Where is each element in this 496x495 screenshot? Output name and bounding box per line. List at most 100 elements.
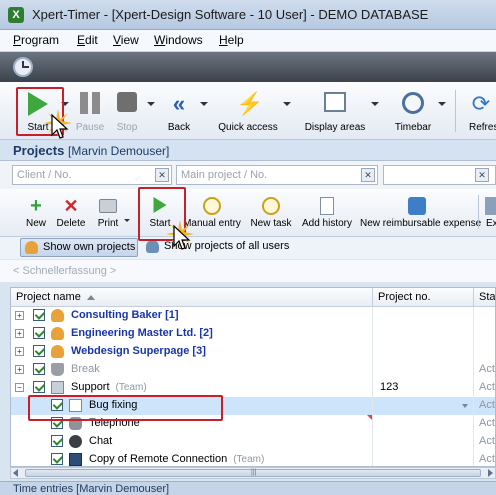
- new-task-button[interactable]: New task: [248, 191, 294, 235]
- menu-windows[interactable]: Windows: [154, 33, 203, 47]
- column-header-project-name[interactable]: Project name: [16, 291, 95, 303]
- collapse-icon[interactable]: −: [15, 383, 24, 392]
- row-checkbox[interactable]: [33, 381, 45, 393]
- table-row[interactable]: Copy of Remote Connection (Team) Acti: [11, 451, 496, 466]
- new-reimbursable-expense-button[interactable]: New reimbursable expense: [360, 191, 481, 235]
- table-row-selected[interactable]: Bug fixing Acti: [11, 397, 495, 415]
- row-checkbox[interactable]: [51, 399, 63, 411]
- horizontal-scrollbar[interactable]: |||: [10, 467, 496, 479]
- title-bar: X Xpert-Timer - [Xpert-Design Software -…: [0, 0, 496, 30]
- row-checkbox[interactable]: [33, 363, 45, 375]
- table-row[interactable]: + Consulting Baker [1]: [11, 307, 495, 325]
- back-label: Back: [167, 122, 191, 133]
- client-filter-placeholder: Client / No.: [17, 169, 72, 181]
- toolbar-separator: [478, 195, 479, 229]
- menu-help[interactable]: Help: [219, 33, 244, 47]
- coffee-cup-icon: [51, 363, 64, 376]
- menu-windows-mnemonic: W: [154, 33, 166, 47]
- print-button[interactable]: Print: [94, 191, 122, 235]
- refresh-label: Refres: [469, 122, 496, 133]
- stop-button[interactable]: Stop: [110, 86, 144, 138]
- projects-toolbar: + New ✕ Delete Print Start Manual entry …: [0, 189, 496, 237]
- row-checkbox[interactable]: [33, 309, 45, 321]
- headset-icon: [69, 435, 82, 448]
- table-row[interactable]: Chat Acti: [11, 433, 495, 451]
- project-status: Acti: [479, 435, 496, 447]
- table-row[interactable]: Telephone Acti: [11, 415, 495, 433]
- client-filter-input[interactable]: Client / No. ✕: [12, 165, 172, 185]
- display-areas-dropdown[interactable]: [370, 86, 380, 138]
- row-checkbox[interactable]: [51, 453, 63, 465]
- table-row[interactable]: − Support (Team) 123 Acti: [11, 379, 495, 397]
- chevron-down-icon[interactable]: [462, 404, 468, 408]
- clock-icon[interactable]: [13, 57, 33, 77]
- project-filter-input[interactable]: ✕: [383, 165, 496, 185]
- chevron-down-icon: [371, 102, 379, 106]
- scroll-left-icon[interactable]: [13, 469, 18, 477]
- timer-app-icon[interactable]: X: [8, 7, 24, 23]
- project-number: 123: [380, 381, 399, 393]
- menu-help-mnemonic: H: [219, 33, 228, 47]
- more-toolbar-button[interactable]: Ex: [482, 191, 496, 235]
- timebar-label: Timebar: [394, 122, 432, 133]
- expand-icon[interactable]: +: [15, 347, 24, 356]
- stop-dropdown[interactable]: [146, 86, 156, 138]
- column-header-project-no[interactable]: Project no.: [378, 291, 431, 303]
- delete-project-button[interactable]: ✕ Delete: [54, 191, 88, 235]
- main-project-filter-input[interactable]: Main project / No. ✕: [176, 165, 378, 185]
- filter-clear-icon[interactable]: ✕: [475, 168, 489, 182]
- history-add-icon: [320, 197, 334, 215]
- task-name: Copy of Remote Connection: [89, 453, 228, 465]
- delete-label: Delete: [56, 218, 86, 229]
- column-divider[interactable]: [372, 288, 373, 307]
- task-add-icon: [262, 197, 280, 215]
- timebar-dropdown[interactable]: [437, 86, 447, 138]
- column-divider[interactable]: [473, 288, 474, 307]
- column-header-status[interactable]: Stat: [479, 291, 495, 303]
- filter-clear-icon[interactable]: ✕: [361, 168, 375, 182]
- back-button[interactable]: « Back: [160, 86, 198, 138]
- pause-button[interactable]: Pause: [74, 86, 106, 138]
- expand-icon[interactable]: +: [15, 329, 24, 338]
- window-layout-icon: [324, 92, 346, 112]
- new-task-label: New task: [250, 218, 292, 229]
- menu-view[interactable]: View: [113, 33, 139, 47]
- back-dropdown[interactable]: [199, 86, 209, 138]
- menu-bar: Program Edit View Windows Help: [0, 30, 496, 52]
- table-row[interactable]: + Engineering Master Ltd. [2]: [11, 325, 495, 343]
- chevron-down-icon: [283, 102, 291, 106]
- expand-icon[interactable]: +: [15, 311, 24, 320]
- row-checkbox[interactable]: [33, 327, 45, 339]
- display-areas-button[interactable]: Display areas: [302, 86, 368, 138]
- expand-icon[interactable]: +: [15, 365, 24, 374]
- quick-bar: [0, 52, 496, 82]
- row-checkbox[interactable]: [51, 435, 63, 447]
- refresh-button[interactable]: ⟳ Refres: [466, 86, 496, 138]
- filter-clear-icon[interactable]: ✕: [155, 168, 169, 182]
- scroll-right-icon[interactable]: [488, 469, 493, 477]
- menu-edit[interactable]: Edit: [77, 33, 98, 47]
- quick-entry-field[interactable]: < Schnellerfassung >: [0, 259, 496, 283]
- column-divider: [473, 379, 474, 397]
- row-checkbox[interactable]: [51, 417, 63, 429]
- add-history-button[interactable]: Add history: [300, 191, 354, 235]
- table-row[interactable]: + Break Acti: [11, 361, 495, 379]
- stop-icon: [117, 92, 137, 112]
- refresh-icon: ⟳: [471, 91, 491, 116]
- print-dropdown[interactable]: [123, 191, 131, 235]
- row-checkbox[interactable]: [33, 345, 45, 357]
- table-row[interactable]: + Webdesign Superpage [3]: [11, 343, 495, 361]
- timebar-button[interactable]: Timebar: [390, 86, 436, 138]
- double-arrow-left-icon: «: [172, 91, 186, 116]
- project-status: Acti: [479, 453, 496, 465]
- menu-program[interactable]: Program: [13, 33, 59, 47]
- quick-access-button[interactable]: ⚡ Quick access: [216, 86, 280, 138]
- quick-access-dropdown[interactable]: [282, 86, 292, 138]
- support-icon: [51, 381, 64, 394]
- project-status: Acti: [479, 381, 496, 393]
- menu-edit-mnemonic: E: [77, 33, 86, 47]
- projects-grid: Project name Project no. Stat + Consulti…: [10, 287, 496, 467]
- projects-user: [Marvin Demouser]: [68, 144, 170, 158]
- show-own-projects-toggle[interactable]: Show own projects: [20, 238, 138, 257]
- new-project-button[interactable]: + New: [22, 191, 50, 235]
